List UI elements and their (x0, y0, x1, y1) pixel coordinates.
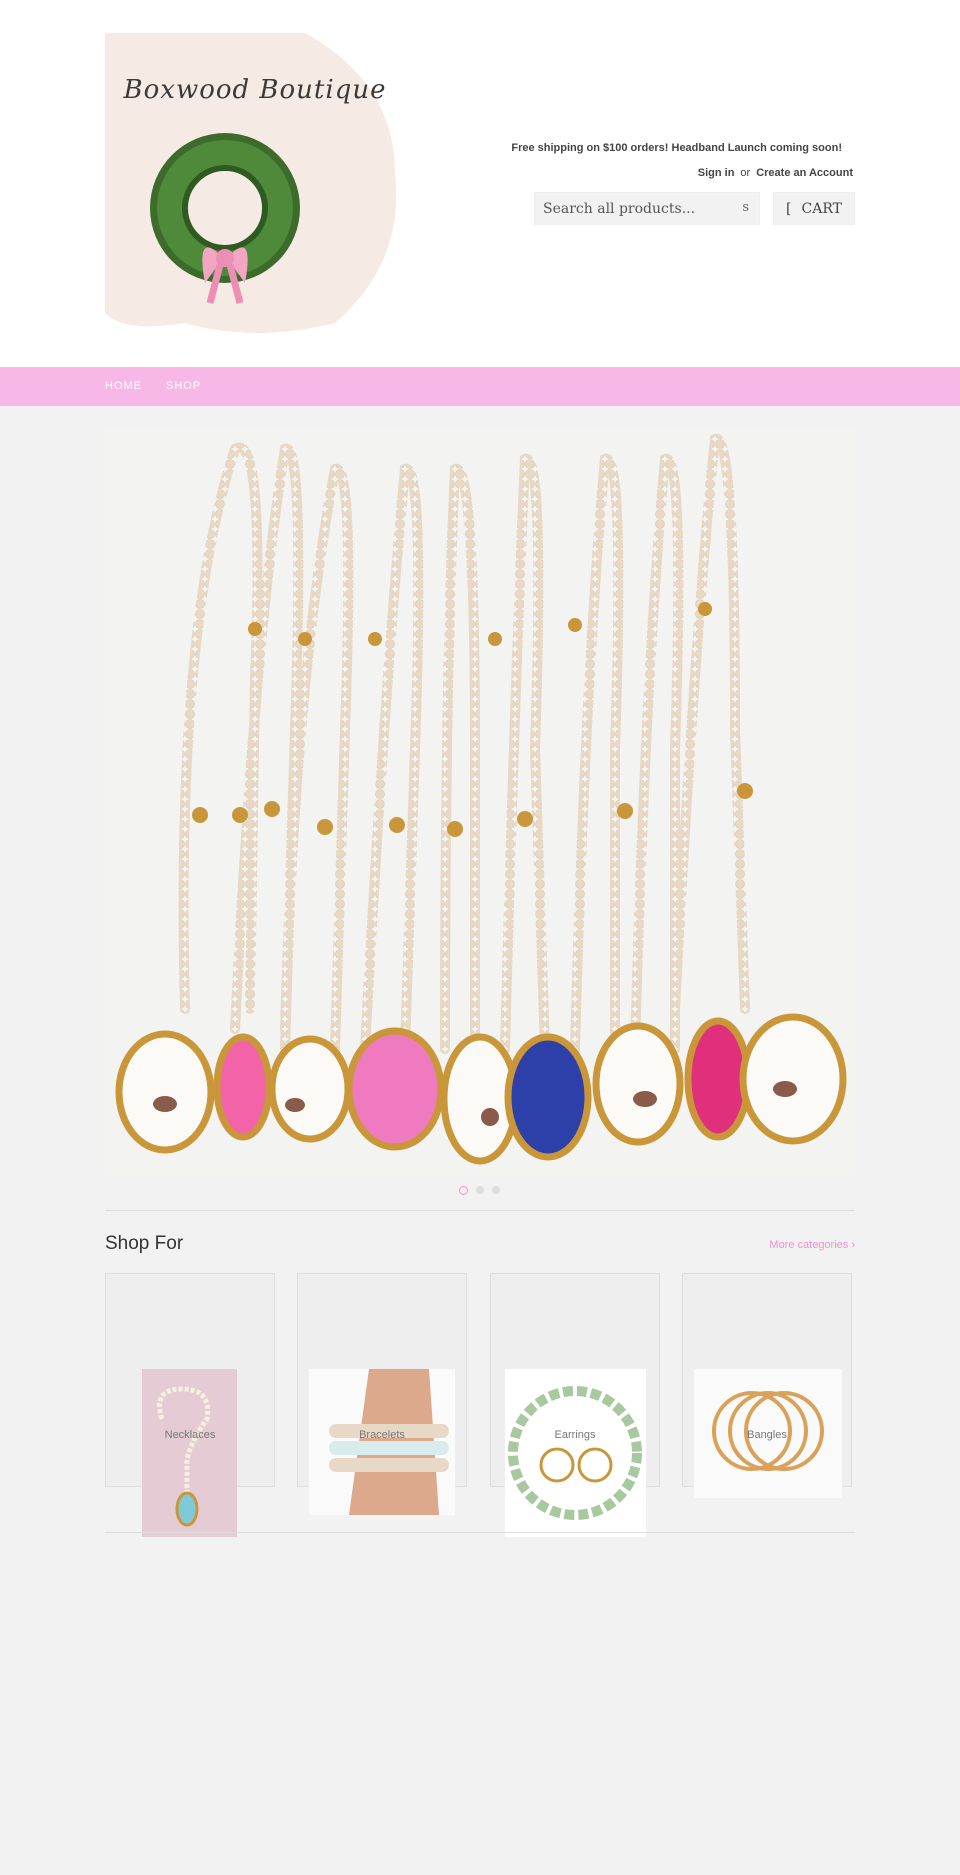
slideshow-dots (459, 1186, 500, 1195)
search-form: s (534, 192, 760, 225)
category-label: Necklaces (164, 1429, 216, 1441)
store-logo[interactable]: Boxwood Boutique (105, 33, 405, 335)
category-card-bangles[interactable]: Bangles (682, 1273, 852, 1498)
site-header: Boxwood Boutique Free shipping on $100 o… (0, 0, 960, 367)
necklace-thumbnail (142, 1369, 237, 1537)
hero-slide-image[interactable] (105, 429, 855, 1176)
cart-label: CART (801, 200, 842, 217)
divider (105, 1210, 855, 1211)
category-card-earrings[interactable]: Earrings (490, 1273, 660, 1537)
announcement-text: Free shipping on $100 orders! Headband L… (511, 142, 842, 154)
shop-for-heading: Shop For (105, 1233, 184, 1254)
search-input[interactable] (535, 193, 725, 224)
nav-item-home[interactable]: HOME (105, 380, 142, 392)
cart-button[interactable]: [ CART (773, 192, 855, 225)
search-button[interactable]: s (742, 200, 749, 215)
sign-in-link[interactable]: Sign in (698, 167, 735, 179)
category-label: Earrings (554, 1429, 596, 1441)
divider (105, 1532, 855, 1533)
cart-icon: [ (786, 200, 792, 217)
slide-dot-2[interactable] (476, 1186, 484, 1194)
category-label: Bracelets (359, 1429, 405, 1441)
earrings-thumbnail (505, 1369, 646, 1537)
account-links: Sign in or Create an Account (698, 167, 853, 179)
category-card-bracelets[interactable]: Bracelets (297, 1273, 467, 1515)
category-label: Bangles (747, 1429, 787, 1441)
main-nav: HOME SHOP (0, 367, 960, 406)
slide-dot-1[interactable] (459, 1186, 468, 1195)
bracelet-thumbnail (309, 1369, 455, 1515)
necklaces-photo (105, 429, 855, 1176)
nav-item-shop[interactable]: SHOP (166, 380, 201, 392)
slide-dot-3[interactable] (492, 1186, 500, 1194)
or-text: or (740, 167, 751, 179)
category-card-necklaces[interactable]: Necklaces (105, 1273, 275, 1537)
logo-wordmark: Boxwood Boutique (123, 75, 387, 105)
more-categories-link[interactable]: More categories › (769, 1239, 855, 1251)
create-account-link[interactable]: Create an Account (756, 167, 853, 179)
